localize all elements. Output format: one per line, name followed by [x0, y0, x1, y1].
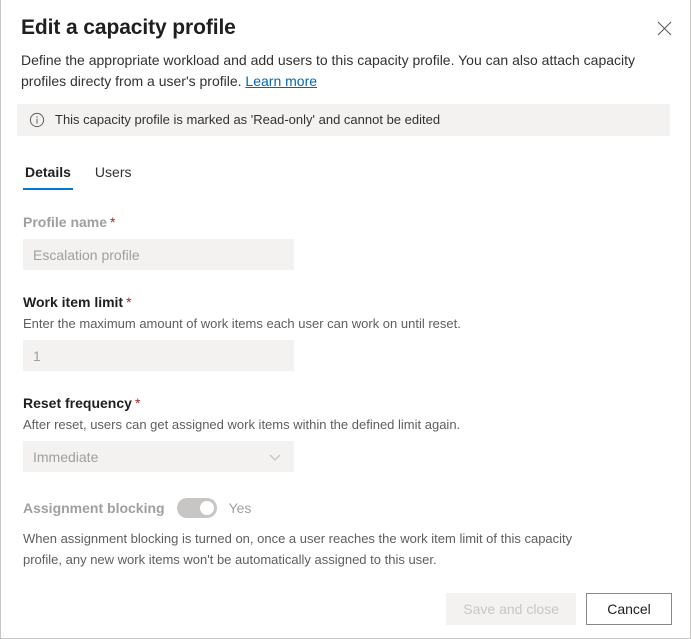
cancel-button[interactable]: Cancel	[586, 593, 672, 625]
reset-frequency-label: Reset frequency *	[23, 393, 670, 413]
required-asterisk: *	[126, 294, 132, 310]
assignment-blocking-description: When assignment blocking is turned on, o…	[23, 531, 573, 567]
form-body: Profile name * Escalation profile Work it…	[1, 190, 690, 580]
save-and-close-button[interactable]: Save and close	[446, 593, 576, 625]
dialog-subtitle-text: Define the appropriate workload and add …	[21, 52, 636, 89]
readonly-info-banner: This capacity profile is marked as 'Read…	[17, 104, 670, 136]
field-assignment-blocking: Assignment blocking Yes	[23, 498, 670, 518]
edit-capacity-profile-dialog: Edit a capacity profile Define the appro…	[0, 0, 691, 639]
assignment-blocking-label: Assignment blocking	[23, 500, 165, 516]
field-work-item-limit: Work item limit * Enter the maximum amoun…	[23, 292, 670, 371]
profile-name-value: Escalation profile	[33, 246, 140, 263]
tab-details[interactable]: Details	[23, 162, 73, 190]
profile-name-input[interactable]: Escalation profile	[23, 239, 294, 270]
reset-frequency-description: After reset, users can get assigned work…	[23, 417, 461, 432]
toggle-knob	[199, 501, 214, 515]
chevron-down-icon	[267, 449, 283, 465]
work-item-limit-description: Enter the maximum amount of work items e…	[23, 316, 461, 331]
close-button[interactable]	[648, 12, 680, 44]
learn-more-link[interactable]: Learn more	[245, 73, 317, 89]
close-icon	[657, 21, 672, 36]
assignment-blocking-toggle[interactable]	[176, 498, 217, 518]
dialog-header: Edit a capacity profile Define the appro…	[1, 0, 690, 92]
tab-list: Details Users	[23, 156, 690, 190]
info-banner-text: This capacity profile is marked as 'Read…	[55, 112, 441, 127]
info-circle-icon	[29, 112, 45, 128]
field-profile-name: Profile name * Escalation profile	[23, 212, 670, 270]
work-item-limit-value: 1	[33, 347, 41, 364]
required-asterisk: *	[110, 214, 116, 230]
required-asterisk: *	[134, 395, 141, 411]
dialog-subtitle: Define the appropriate workload and add …	[21, 50, 670, 92]
work-item-limit-label: Work item limit *	[23, 292, 670, 312]
tab-users[interactable]: Users	[93, 162, 134, 190]
reset-frequency-select[interactable]: Immediate	[23, 441, 294, 472]
profile-name-label: Profile name *	[23, 212, 670, 232]
assignment-blocking-state: Yes	[228, 500, 252, 516]
reset-frequency-value: Immediate	[33, 448, 99, 465]
work-item-limit-input[interactable]: 1	[23, 340, 294, 371]
field-reset-frequency: Reset frequency * After reset, users can …	[23, 393, 670, 472]
profile-name-label-text: Profile name	[23, 214, 108, 230]
work-item-limit-label-text: Work item limit	[23, 294, 124, 310]
dialog-footer: Save and close Cancel	[1, 580, 690, 638]
reset-frequency-label-text: Reset frequency	[23, 395, 132, 411]
page-title: Edit a capacity profile	[21, 16, 236, 39]
